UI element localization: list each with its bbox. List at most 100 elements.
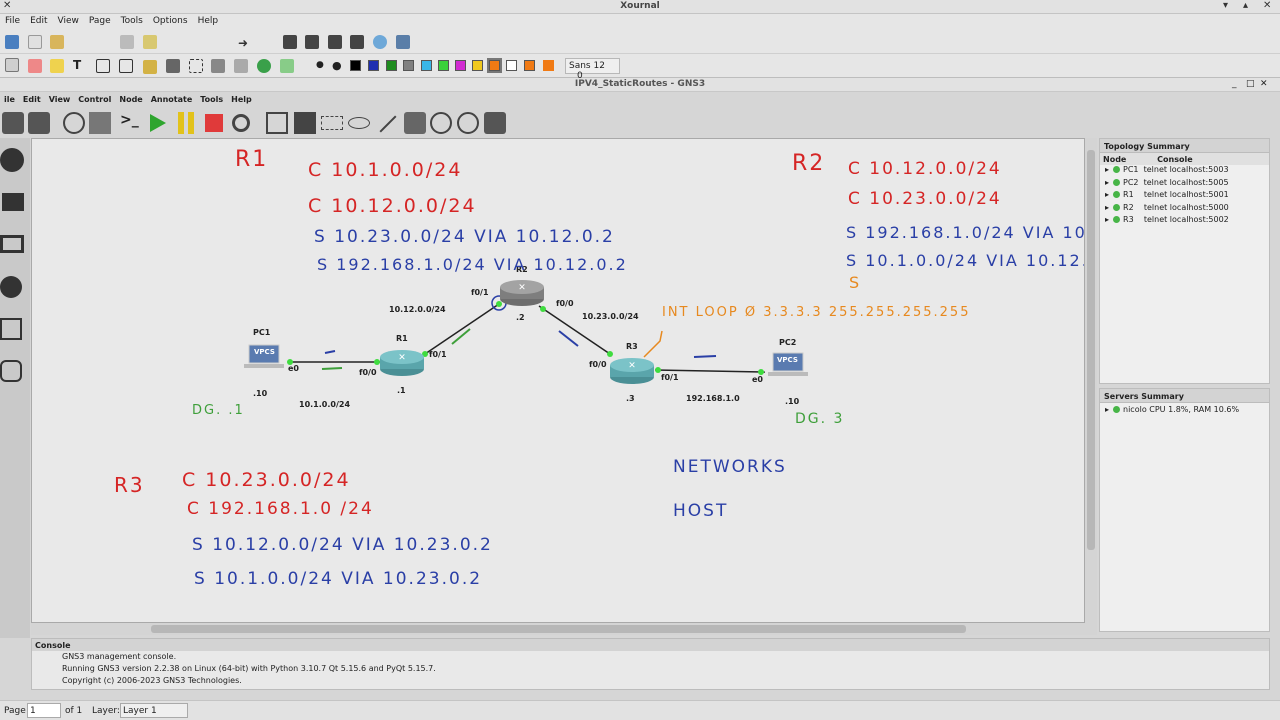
- end-devices-icon[interactable]: [0, 235, 24, 253]
- topology-row[interactable]: ▸ PC2 telnet localhost:5005: [1100, 178, 1269, 191]
- edit-note-icon[interactable]: [266, 112, 288, 134]
- server-row[interactable]: ▸ nicolo CPU 1.8%, RAM 10.6%: [1100, 405, 1269, 418]
- zoom-1-icon[interactable]: [350, 35, 364, 49]
- window-close-icon[interactable]: ✕: [1263, 0, 1271, 11]
- gmenu-file[interactable]: ile: [0, 95, 19, 104]
- gns3-minimize-icon[interactable]: _: [1232, 79, 1237, 89]
- gmenu-node[interactable]: Node: [115, 95, 146, 104]
- lasso-icon[interactable]: [166, 59, 180, 73]
- router-r1[interactable]: ✕: [380, 350, 424, 376]
- hand-icon[interactable]: [234, 59, 248, 73]
- refresh-icon[interactable]: [257, 59, 271, 73]
- text-tool-icon[interactable]: T: [73, 58, 87, 72]
- gmenu-edit[interactable]: Edit: [19, 95, 45, 104]
- router-r3[interactable]: ✕: [610, 358, 654, 384]
- zoom-in-icon[interactable]: [328, 35, 342, 49]
- router-r2[interactable]: ✕: [500, 280, 544, 306]
- routers-icon[interactable]: [0, 148, 24, 172]
- shape-icon[interactable]: [119, 59, 133, 73]
- menu-page[interactable]: Page: [84, 14, 116, 28]
- pause-icon[interactable]: [178, 112, 194, 134]
- gmenu-control[interactable]: Control: [74, 95, 115, 104]
- color-lightblue[interactable]: [438, 60, 449, 71]
- canvas-vertical-scrollbar[interactable]: [1085, 138, 1097, 623]
- undo-icon[interactable]: [143, 35, 157, 49]
- new-icon[interactable]: [28, 35, 42, 49]
- snapshot-icon[interactable]: [89, 112, 111, 134]
- security-devices-icon[interactable]: [0, 276, 22, 298]
- link-r3-pc2[interactable]: [654, 369, 766, 373]
- gmenu-help[interactable]: Help: [227, 95, 256, 104]
- hscroll-thumb[interactable]: [151, 625, 966, 633]
- highlighter-icon[interactable]: [50, 59, 64, 73]
- gns3-maximize-icon[interactable]: □: [1246, 79, 1255, 89]
- switches-icon[interactable]: [2, 193, 24, 211]
- menu-view[interactable]: View: [53, 14, 84, 28]
- lock-icon[interactable]: [404, 112, 426, 134]
- start-icon[interactable]: [150, 114, 166, 132]
- folder-icon[interactable]: [28, 112, 50, 134]
- arrow-right-icon[interactable]: ➜: [238, 36, 252, 50]
- gmenu-view[interactable]: View: [45, 95, 75, 104]
- paste-icon[interactable]: [120, 35, 134, 49]
- color-green[interactable]: [403, 60, 414, 71]
- gmenu-annotate[interactable]: Annotate: [147, 95, 197, 104]
- topology-row[interactable]: ▸ PC1 telnet localhost:5003: [1100, 165, 1269, 178]
- menu-options[interactable]: Options: [148, 14, 193, 28]
- draw-rectangle-icon[interactable]: [321, 116, 343, 130]
- zoom-in-icon-gns3[interactable]: [430, 112, 452, 134]
- default-pen-icon[interactable]: [280, 59, 294, 73]
- eraser-icon[interactable]: [28, 59, 42, 73]
- vscroll-thumb[interactable]: [1087, 150, 1095, 550]
- color-orange[interactable]: [543, 60, 554, 71]
- color-yellow[interactable]: [506, 60, 517, 71]
- screenshot-icon[interactable]: [484, 112, 506, 134]
- open-icon[interactable]: [50, 35, 64, 49]
- menu-tools[interactable]: Tools: [116, 14, 148, 28]
- color-white[interactable]: [524, 60, 535, 71]
- color-blue[interactable]: [368, 60, 379, 71]
- save-icon[interactable]: [5, 35, 19, 49]
- color-magenta[interactable]: [472, 60, 483, 71]
- topology-canvas[interactable]: ✕ ✕ ✕ PC1 VPCS e0 .10 R1 f0/0 f0/1 .1 R2…: [31, 138, 1085, 623]
- zoom-fit-icon[interactable]: [305, 35, 319, 49]
- search-icon[interactable]: [373, 35, 387, 49]
- page-input[interactable]: 1: [27, 703, 61, 718]
- menu-help[interactable]: Help: [193, 14, 224, 28]
- topology-row[interactable]: ▸ R3 telnet localhost:5002: [1100, 215, 1269, 228]
- color-black[interactable]: [350, 60, 361, 71]
- vertical-space-icon[interactable]: [211, 59, 225, 73]
- canvas-horizontal-scrollbar[interactable]: [31, 623, 1097, 635]
- topology-row[interactable]: ▸ R2 telnet localhost:5000: [1100, 203, 1269, 216]
- stop-icon[interactable]: [205, 114, 223, 132]
- add-link-icon[interactable]: [0, 360, 22, 382]
- maximize-icon[interactable]: ▴: [1243, 0, 1248, 11]
- color-orange-selected[interactable]: [487, 58, 502, 73]
- draw-ellipse-icon[interactable]: [348, 117, 370, 129]
- topology-row[interactable]: ▸ R1 telnet localhost:5001: [1100, 190, 1269, 203]
- zoom-out-icon[interactable]: [283, 35, 297, 49]
- pen-icon[interactable]: [5, 58, 19, 72]
- medium-dot-icon[interactable]: ●: [332, 59, 344, 72]
- select-rect-icon[interactable]: [189, 59, 203, 73]
- menu-file[interactable]: File: [0, 14, 25, 28]
- thin-dot-icon[interactable]: ●: [316, 60, 326, 70]
- color-gray[interactable]: [421, 60, 432, 71]
- open-folder-icon[interactable]: [2, 112, 24, 134]
- reload-icon[interactable]: [232, 114, 250, 132]
- gns3-close-icon[interactable]: ✕: [1260, 79, 1268, 89]
- insert-picture-icon[interactable]: [294, 112, 316, 134]
- image-icon[interactable]: [96, 59, 110, 73]
- layer-select[interactable]: Layer 1: [120, 703, 188, 718]
- fullscreen-icon[interactable]: [396, 35, 410, 49]
- color-lightgreen[interactable]: [455, 60, 466, 71]
- all-devices-icon[interactable]: [0, 318, 22, 340]
- gmenu-tools[interactable]: Tools: [196, 95, 227, 104]
- clock-icon[interactable]: [63, 112, 85, 134]
- console-icon[interactable]: >_: [120, 112, 142, 134]
- menu-edit[interactable]: Edit: [25, 14, 52, 28]
- ruler-icon[interactable]: [143, 60, 157, 74]
- minimize-icon[interactable]: ▾: [1223, 0, 1228, 11]
- color-red[interactable]: [386, 60, 397, 71]
- zoom-out-icon-gns3[interactable]: [457, 112, 479, 134]
